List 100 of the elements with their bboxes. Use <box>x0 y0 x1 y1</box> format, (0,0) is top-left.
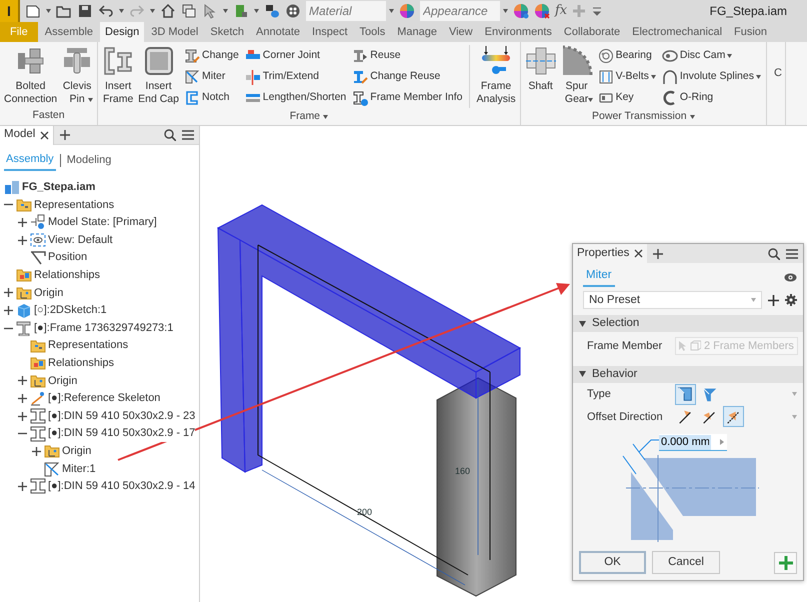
menu-icon[interactable] <box>591 5 604 17</box>
eye-icon[interactable] <box>784 272 797 282</box>
ribbon-button[interactable]: Clevis Pin <box>60 45 94 108</box>
ok-button[interactable]: OK <box>579 551 646 574</box>
mode-tab[interactable]: Modeling <box>64 152 114 170</box>
ribbon-button[interactable]: Shaft <box>524 45 558 108</box>
caret-icon[interactable] <box>389 9 394 13</box>
menu-icon[interactable] <box>786 248 798 260</box>
search-icon[interactable] <box>768 248 780 260</box>
browser-tab[interactable]: Model <box>0 126 54 144</box>
save-icon[interactable] <box>77 3 93 19</box>
expand-icon[interactable] <box>32 446 41 456</box>
cancel-button[interactable]: Cancel <box>652 551 720 574</box>
plus-icon[interactable] <box>768 294 779 306</box>
ribbon-tab[interactable]: Fusion <box>729 22 772 42</box>
caret-icon <box>46 9 51 13</box>
ribbon-button[interactable]: Spur Gear <box>560 45 594 108</box>
cursor-icon[interactable] <box>202 3 218 19</box>
ribbon-button[interactable]: Trim/Extend <box>242 66 348 87</box>
ribbon-button[interactable]: Corner Joint <box>242 45 348 66</box>
ribbon-tab[interactable]: Environments <box>480 22 557 42</box>
caret-icon[interactable] <box>503 9 508 13</box>
caret-icon <box>588 98 593 102</box>
ribbon-button[interactable]: Miter <box>182 66 241 87</box>
ribbon-tab[interactable]: Sketch <box>205 22 249 42</box>
panel-tab[interactable]: Properties <box>573 244 648 263</box>
material-field[interactable]: Material <box>306 1 386 21</box>
tree-item[interactable]: [●]:DIN 59 410 50x30x2.9 - 17 <box>48 425 196 442</box>
color-wheel-icon[interactable] <box>399 3 415 19</box>
ribbon-tab[interactable]: Design <box>100 22 144 42</box>
ribbon-tab[interactable]: 3D Model <box>146 22 204 42</box>
search-icon[interactable] <box>164 129 176 141</box>
ribbon-tab[interactable]: Assemble <box>40 22 98 42</box>
ribbon-button[interactable]: Key <box>596 87 658 108</box>
part-icon[interactable] <box>233 3 249 19</box>
ribbon-tab[interactable]: Annotate <box>251 22 306 42</box>
offset-field[interactable]: 0.000 mm <box>659 434 727 452</box>
ribbon-button[interactable]: Change <box>182 45 241 66</box>
arrow-icon[interactable] <box>720 439 724 446</box>
ribbon-button[interactable]: Insert End Cap <box>137 45 180 108</box>
beam-icon <box>30 426 46 442</box>
ribbon-button[interactable]: Bolted Connection <box>3 45 58 108</box>
ribbon-button[interactable]: Frame Analysis <box>475 45 517 108</box>
plus-icon[interactable] <box>653 248 664 258</box>
home-icon[interactable] <box>160 3 176 19</box>
sphere-icon[interactable] <box>285 3 301 19</box>
field-label: Frame Member <box>587 338 664 354</box>
ribbon-tab[interactable]: Electromechanical <box>627 22 728 42</box>
expand-icon[interactable] <box>18 412 27 421</box>
close-icon[interactable] <box>634 249 644 258</box>
caret-icon <box>727 54 732 58</box>
app-logo[interactable]: I <box>0 0 20 22</box>
ribbon-button[interactable]: O-Ring <box>660 87 763 108</box>
ribbon-tab[interactable]: Manage <box>392 22 442 42</box>
color-wheel-icon[interactable] <box>534 3 550 19</box>
ribbon-button[interactable]: Lengthen/Shorten <box>242 87 348 108</box>
expand-icon[interactable] <box>18 482 27 491</box>
expand-icon[interactable] <box>18 236 27 245</box>
section-header[interactable]: Behavior <box>573 366 803 383</box>
mode-tab[interactable]: Assembly <box>4 151 56 170</box>
ribbon-tab[interactable]: Tools <box>354 22 390 42</box>
add-button[interactable] <box>774 552 797 574</box>
ribbon-button[interactable]: V-Belts <box>596 66 658 87</box>
settings-icon[interactable] <box>785 294 797 306</box>
caret-icon <box>150 9 155 13</box>
expand-icon[interactable] <box>18 218 27 227</box>
expand-icon[interactable] <box>4 288 13 298</box>
toggle-button[interactable] <box>723 406 744 428</box>
ribbon-button[interactable]: Bearing <box>596 45 658 66</box>
ribbon-button[interactable]: Reuse <box>350 45 464 66</box>
undo-icon[interactable] <box>98 3 114 19</box>
new-file-icon[interactable] <box>25 3 41 19</box>
group-menu[interactable]: Power Transmission <box>590 108 697 124</box>
ribbon-button[interactable]: Notch <box>182 87 241 108</box>
group-menu[interactable]: Frame <box>288 108 330 124</box>
color-wheel-icon[interactable] <box>513 3 529 19</box>
plus-icon[interactable] <box>60 130 70 140</box>
bearing-icon <box>598 48 614 64</box>
preset-dropdown[interactable]: No Preset <box>583 291 762 310</box>
ribbon-button[interactable]: Involute Splines <box>660 66 763 87</box>
ribbon-button[interactable]: Change Reuse <box>350 66 464 87</box>
expand-icon[interactable] <box>18 376 27 386</box>
expand-icon[interactable] <box>18 394 27 403</box>
ribbon-button[interactable]: Frame Member Info <box>350 87 464 108</box>
ribbon-tab[interactable]: Inspect <box>307 22 353 42</box>
ribbon-button[interactable]: Insert Frame <box>101 45 136 108</box>
menu-icon[interactable] <box>182 129 194 141</box>
close-icon[interactable] <box>40 130 50 140</box>
windows-icon[interactable] <box>181 3 197 19</box>
expand-icon[interactable] <box>4 306 13 315</box>
folder-icon <box>30 338 46 354</box>
toggle-button[interactable] <box>675 384 696 405</box>
ribbon-button[interactable]: Disc Cam <box>660 45 763 66</box>
formula-button[interactable]: fx <box>555 1 568 21</box>
ribbon-tab[interactable]: View <box>444 22 478 42</box>
ribbon-tab[interactable]: Collaborate <box>558 22 626 42</box>
section-header[interactable]: Selection <box>573 315 803 332</box>
ribbon-button[interactable]: C <box>770 45 782 82</box>
field-label: Offset Direction <box>587 410 664 425</box>
window-title: FG_Stepa.iam <box>710 3 787 20</box>
